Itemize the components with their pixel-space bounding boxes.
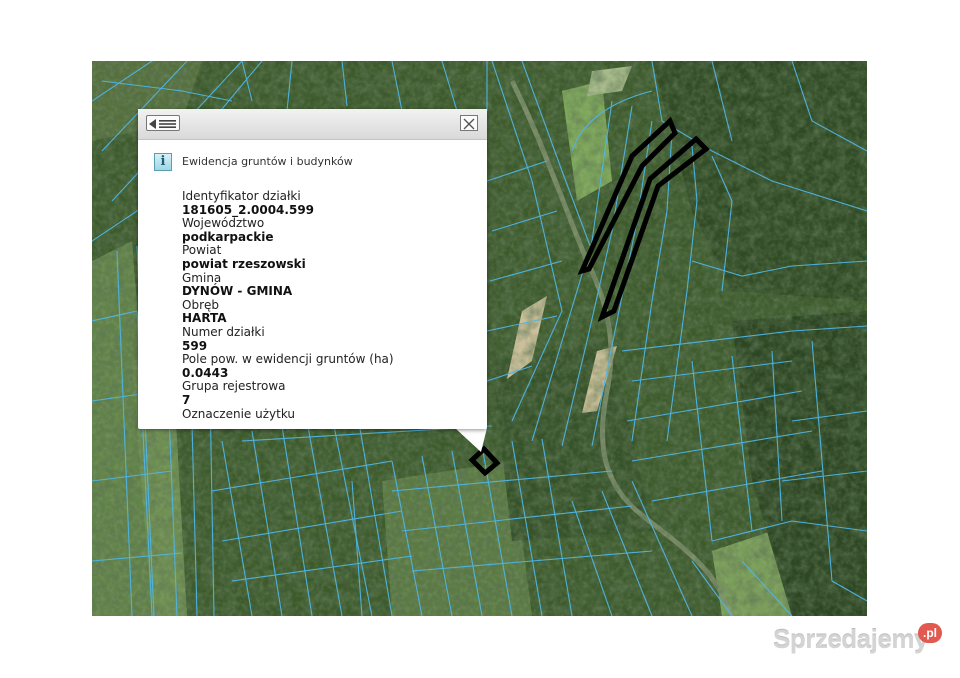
field-label: Województwo <box>182 216 265 231</box>
field-value: 181605_2.0004.599 <box>182 202 315 217</box>
field-label: Identyfikator działki <box>182 189 301 203</box>
field-label: Obręb <box>182 297 219 312</box>
feature-info-popup: i Ewidencja gruntów i budynków Identyfik… <box>138 109 487 429</box>
parcel-attributes: Identyfikator działki 181605_2.0004.599 … <box>182 189 472 429</box>
field-value <box>182 421 472 429</box>
section-title: Ewidencja gruntów i budynków <box>182 155 353 168</box>
info-icon: i <box>154 153 172 171</box>
field-value: DYNÓW - GMINA <box>182 284 293 299</box>
field-label: Numer działki <box>182 324 265 339</box>
field-value: 7 <box>182 392 191 407</box>
field-label: Grupa rejestrowa <box>182 379 286 394</box>
close-button[interactable] <box>460 115 478 131</box>
field-value: 599 <box>182 338 208 353</box>
popup-pointer <box>455 428 487 452</box>
field-label: Oznaczenie użytku <box>182 406 296 421</box>
field-value: HARTA <box>182 311 227 326</box>
field-value: podkarpackie <box>182 229 274 244</box>
field-label: Pole pow. w ewidencji gruntów (ha) <box>182 352 394 367</box>
popup-header <box>138 109 487 140</box>
watermark-logo: Sprzedajemy <box>773 624 928 654</box>
close-icon <box>463 118 475 130</box>
field-value: 0.0443 <box>182 365 229 380</box>
list-back-icon <box>149 119 176 129</box>
field-value: powiat rzeszowski <box>182 256 306 271</box>
watermark-tld-badge: .pl <box>918 623 942 643</box>
list-back-button[interactable] <box>146 115 180 131</box>
popup-body[interactable]: i Ewidencja gruntów i budynków Identyfik… <box>138 140 487 429</box>
field-label: Powiat <box>182 243 222 258</box>
